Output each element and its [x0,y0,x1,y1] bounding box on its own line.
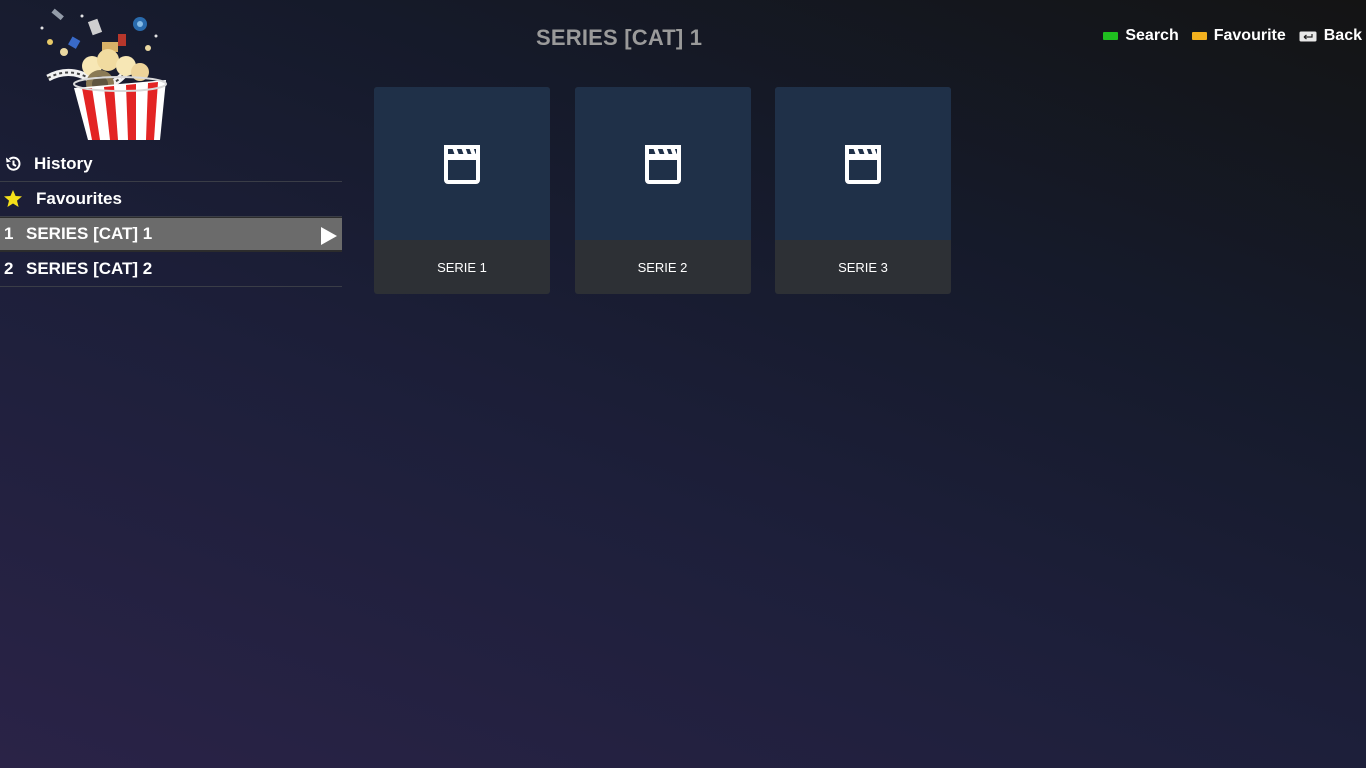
series-card[interactable]: SERIE 3 [775,87,951,294]
key-hints: Search Favourite Back [1090,27,1362,45]
return-key-icon [1299,31,1317,41]
search-label: Search [1125,27,1179,44]
clapperboard-icon [845,144,881,184]
popcorn-logo [40,8,167,140]
back-label: Back [1323,27,1362,44]
sidebar-item-category-1[interactable]: 1 SERIES [CAT] 1 [0,217,342,252]
series-card[interactable]: SERIE 1 [374,87,550,294]
favourite-action[interactable]: Favourite [1191,27,1286,45]
search-action[interactable]: Search [1103,27,1179,45]
favourite-label: Favourite [1213,27,1286,44]
series-thumbnail [374,87,550,240]
play-arrow-icon [320,226,338,251]
sidebar-item-label: Favourites [36,189,122,208]
page-title: SERIES [CAT] 1 [536,25,703,50]
sidebar-item-category-2[interactable]: 2 SERIES [CAT] 2 [0,252,342,287]
history-icon [2,153,24,175]
category-number: 1 [4,224,14,243]
green-key-icon [1103,32,1119,40]
series-title: SERIE 2 [637,259,688,275]
series-thumbnail [574,87,751,240]
back-action[interactable]: Back [1299,27,1362,45]
sidebar-item-favourites[interactable]: Favourites [0,182,342,217]
sidebar-item-label: History [34,153,93,173]
yellow-key-icon [1191,32,1207,40]
star-icon [2,188,24,210]
category-number: 2 [4,259,14,278]
sidebar-item-history[interactable]: History [0,146,342,182]
series-thumbnail [775,87,951,240]
clapperboard-icon [644,144,681,184]
category-label: SERIES [CAT] 1 [26,224,153,243]
category-label: SERIES [CAT] 2 [26,259,153,278]
series-title: SERIE 3 [838,259,888,275]
series-grid: SERIE 1 SERIE 2 SERIE 3 [374,87,976,294]
clapperboard-icon [444,144,480,184]
series-title: SERIE 1 [437,259,487,275]
series-card[interactable]: SERIE 2 [574,87,751,294]
sidebar: History Favourites 1 SERIES [CAT] 1 2 SE… [0,146,342,287]
